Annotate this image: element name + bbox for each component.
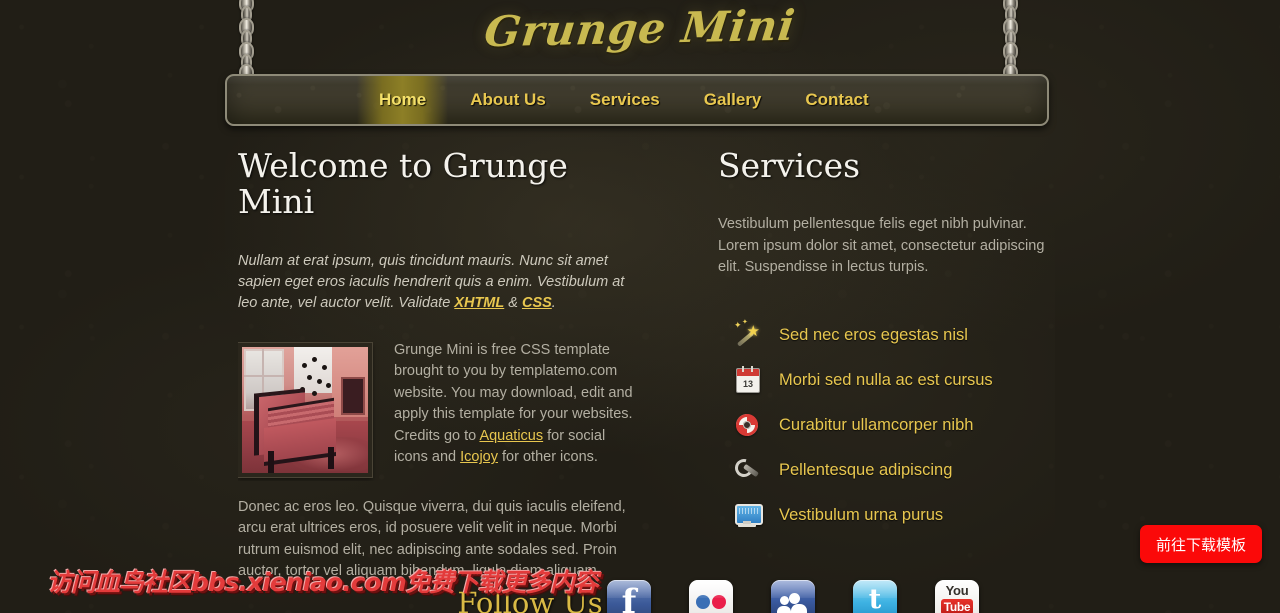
services-column: Services Vestibulum pellentesque felis e… bbox=[718, 146, 1048, 538]
facebook-glyph: f bbox=[621, 582, 637, 613]
wrench-icon bbox=[731, 456, 761, 484]
nav-item-contact[interactable]: Contact bbox=[783, 76, 890, 124]
facebook-icon[interactable]: f bbox=[607, 580, 651, 613]
lorem-paragraph: Donec ac eros leo. Quisque viverra, dui … bbox=[238, 498, 626, 580]
lifebuoy-icon bbox=[733, 411, 761, 439]
flickr-icon[interactable] bbox=[689, 580, 733, 613]
youtube-icon[interactable]: You Tube bbox=[935, 580, 979, 613]
content-wrapper: Grunge Mini Home About Us Services Galle… bbox=[225, 0, 1055, 613]
welcome-column: Welcome to Grunge Mini Nullam at erat ip… bbox=[238, 146, 638, 583]
nav-item-gallery[interactable]: Gallery bbox=[682, 76, 784, 124]
service-label-4: Pellentesque adipiscing bbox=[779, 460, 953, 479]
welcome-heading: Welcome to Grunge Mini bbox=[238, 146, 568, 222]
calendar-icon: 13 bbox=[733, 366, 761, 394]
calendar-day-number: 13 bbox=[742, 379, 753, 390]
armchair-thumbnail-image[interactable] bbox=[238, 342, 372, 477]
service-item-2[interactable]: 13 Morbi sed nulla ac est cursus bbox=[718, 358, 1048, 403]
monitor-icon bbox=[733, 501, 763, 529]
intro-text-1: Nullam at erat ipsum, quis tincidunt mau… bbox=[238, 252, 625, 311]
nav-item-about-us[interactable]: About Us bbox=[448, 76, 568, 124]
service-item-5[interactable]: Vestibulum urna purus bbox=[718, 493, 1048, 538]
nav-item-services[interactable]: Services bbox=[568, 76, 682, 124]
service-label-2: Morbi sed nulla ac est cursus bbox=[779, 370, 993, 389]
twitter-icon[interactable]: t bbox=[853, 580, 897, 613]
youtube-glyph-you: You bbox=[945, 583, 969, 598]
myspace-icon[interactable] bbox=[771, 580, 815, 613]
service-label-5: Vestibulum urna purus bbox=[779, 505, 944, 524]
youtube-glyph-tube: Tube bbox=[941, 599, 973, 613]
download-template-button[interactable]: 前往下载模板 bbox=[1140, 525, 1262, 563]
thumbnail-row: Grunge Mini is free CSS template brought… bbox=[238, 340, 638, 481]
twitter-glyph: t bbox=[868, 584, 882, 613]
intro-amp: & bbox=[504, 294, 522, 311]
service-item-3[interactable]: Curabitur ullamcorper nibh bbox=[718, 403, 1048, 448]
page-background: Grunge Mini Home About Us Services Galle… bbox=[0, 0, 1280, 613]
main-navigation: Home About Us Services Gallery Contact bbox=[225, 74, 1049, 126]
service-item-4[interactable]: Pellentesque adipiscing bbox=[718, 448, 1048, 493]
welcome-intro: Nullam at erat ipsum, quis tincidunt mau… bbox=[238, 251, 638, 314]
magic-wand-icon: ✦ ✦ ★ bbox=[733, 319, 761, 349]
site-logo[interactable]: Grunge Mini bbox=[221, 0, 1059, 62]
service-label-1: Sed nec eros egestas nisl bbox=[779, 325, 968, 344]
nav-item-home[interactable]: Home bbox=[357, 76, 449, 124]
service-item-1[interactable]: ✦ ✦ ★ Sed nec eros egestas nisl bbox=[718, 313, 1048, 358]
icojoy-link[interactable]: Icojoy bbox=[460, 449, 498, 465]
credits-text-3: for other icons. bbox=[498, 449, 598, 466]
xhtml-link[interactable]: XHTML bbox=[454, 295, 504, 311]
intro-period: . bbox=[551, 294, 556, 311]
service-label-3: Curabitur ullamcorper nibh bbox=[779, 415, 974, 434]
services-heading: Services bbox=[718, 146, 861, 185]
aquaticus-link[interactable]: Aquaticus bbox=[479, 428, 543, 444]
css-link[interactable]: CSS bbox=[522, 295, 552, 311]
services-intro: Vestibulum pellentesque felis eget nibh … bbox=[718, 216, 1045, 276]
nav-list: Home About Us Services Gallery Contact bbox=[227, 76, 1047, 124]
social-icons-bar: f t You Tube bbox=[607, 580, 979, 613]
services-list: ✦ ✦ ★ Sed nec eros egestas nisl 13 Morbi… bbox=[718, 313, 1048, 538]
